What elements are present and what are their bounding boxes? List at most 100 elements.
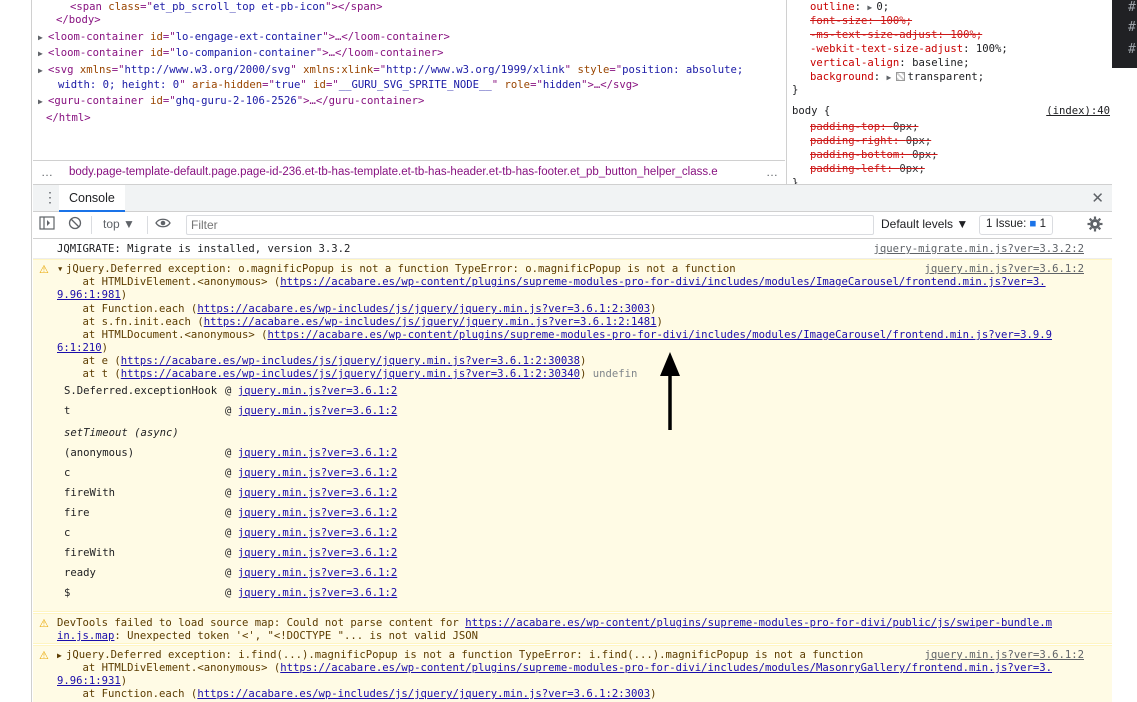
stack-link[interactable]: https://acabare.es/wp-content/plugins/su… [267, 329, 1052, 341]
dom-node-line[interactable]: </body> [56, 13, 101, 28]
stack-link[interactable]: 6:1:210 [57, 342, 102, 354]
overridden-declaration: padding-left: 0px; [810, 163, 925, 175]
expand-triangle-icon[interactable]: ▶ [57, 649, 62, 662]
stack-source-link[interactable]: jquery.min.js?ver=3.6.1:2 [238, 547, 397, 559]
dom-node-line[interactable]: <span class="et_pb_scroll_top et-pb-icon… [70, 0, 383, 15]
rule-source-link[interactable]: (index):40 [1046, 104, 1110, 118]
colon: : [854, 1, 868, 13]
expand-triangle-icon[interactable]: ▾ [57, 263, 63, 276]
dom-token: __GURU_SVG_SPRITE_NODE__ [338, 79, 492, 91]
stack-link[interactable]: https://acabare.es/wp-includes/js/jquery… [204, 316, 657, 328]
style-line[interactable]: } [792, 83, 798, 97]
style-line[interactable]: background: ▶ transparent; [810, 70, 984, 85]
stack-prefix: at HTMLDivElement.<anonymous> ( [57, 276, 281, 288]
stack-source-link[interactable]: jquery.min.js?ver=3.6.1:2 [238, 527, 397, 539]
style-line[interactable]: -ms-text-size-adjust: 100%; [810, 28, 982, 42]
stack-source-link[interactable]: jquery.min.js?ver=3.6.1:2 [238, 467, 397, 479]
stack-line: 9.96:1:981) [57, 289, 127, 302]
breadcrumb-selected-node[interactable]: body.page-template-default.page.page-id-… [69, 166, 759, 178]
stack-source-link[interactable]: jquery.min.js?ver=3.6.1:2 [238, 447, 397, 459]
dom-node-line[interactable]: </html> [46, 111, 91, 126]
breadcrumb-right-dots[interactable]: … [766, 165, 778, 179]
dom-node-line[interactable]: ▶ <svg xmlns="http://www.w3.org/2000/svg"… [38, 63, 743, 78]
expand-triangle-icon[interactable]: ▶ [38, 94, 48, 109]
stack-link[interactable]: https://acabare.es/wp-content/plugins/su… [280, 662, 1052, 674]
stack-prefix: at e ( [57, 355, 121, 367]
stack-location: @ jquery.min.js?ver=3.6.1:2 [225, 467, 397, 479]
stack-source-link[interactable]: jquery.min.js?ver=3.6.1:2 [238, 507, 397, 519]
stack-prefix: at t ( [57, 368, 121, 380]
style-line[interactable]: padding-bottom: 0px; [810, 148, 938, 162]
console-messages[interactable]: JQMIGRATE: Migrate is installed, version… [33, 239, 1112, 702]
stack-line: 9.96:1:931) [57, 675, 127, 688]
dom-token: " [300, 79, 314, 91]
stack-link[interactable]: https://acabare.es/wp-includes/js/jquery… [121, 368, 580, 380]
dom-token: ">…</loom-container> [315, 47, 444, 59]
stack-link[interactable]: https://acabare.es/wp-includes/js/jquery… [197, 688, 650, 700]
stack-link[interactable]: 9.96:1:981 [57, 289, 121, 301]
stack-source-link[interactable]: jquery.min.js?ver=3.6.1:2 [238, 567, 397, 579]
warning-icon: ⚠ [39, 617, 49, 630]
dom-token: http://www.w3.org/1999/xlink [386, 64, 565, 76]
style-line[interactable]: vertical-align: baseline; [810, 56, 969, 70]
sourcemap-link[interactable]: in.js.map [57, 630, 114, 642]
style-line[interactable]: } [792, 176, 798, 184]
colon: : [886, 163, 900, 175]
stack-link[interactable]: https://acabare.es/wp-content/plugins/su… [280, 276, 1045, 288]
stack-link[interactable]: https://acabare.es/wp-includes/js/jquery… [121, 355, 580, 367]
expand-triangle-icon[interactable]: ▶ [38, 30, 48, 45]
dom-node-line[interactable]: ▶ <loom-container id="lo-engage-ext-conta… [38, 30, 450, 45]
expand-triangle-icon[interactable]: ▶ [38, 63, 48, 78]
eye-icon[interactable] [155, 217, 171, 232]
log-levels-dropdown[interactable]: Default levels ▼ [881, 217, 968, 231]
clear-console-icon[interactable] [68, 216, 82, 233]
style-line[interactable]: padding-top: 0px; [810, 120, 918, 134]
dom-node-line[interactable]: width: 0; height: 0" aria-hidden="true" … [58, 78, 639, 93]
tab-console[interactable]: Console [59, 185, 125, 212]
message-source-link[interactable]: jquery.min.js?ver=3.6.1:2 [925, 263, 1084, 275]
style-line[interactable]: padding-left: 0px; [810, 162, 925, 176]
css-property-value: baseline; [912, 57, 970, 69]
filter-input[interactable] [186, 215, 874, 235]
elements-tree[interactable]: <span class="et_pb_scroll_top et-pb-icon… [33, 0, 785, 160]
stack-source-link[interactable]: jquery.min.js?ver=3.6.1:2 [238, 487, 397, 499]
dom-token: xmlns [79, 64, 112, 76]
warning-headline[interactable]: jQuery.Deferred exception: i.find(...).m… [66, 649, 863, 662]
context-selector[interactable]: top ▼ [103, 217, 135, 231]
style-line[interactable]: -webkit-text-size-adjust: 100%; [810, 42, 1008, 56]
overridden-declaration: padding-top: 0px; [810, 121, 918, 133]
css-property-value: 0px; [905, 135, 932, 147]
more-menu-icon[interactable]: ⋮ [43, 190, 57, 206]
sourcemap-link[interactable]: https://acabare.es/wp-content/plugins/su… [465, 617, 1052, 629]
issues-button[interactable]: 1 Issue: ■ 1 [979, 215, 1054, 235]
css-property-value: transparent; [907, 71, 985, 83]
expand-triangle-icon[interactable]: ▶ [38, 46, 48, 61]
stack-prefix: at Function.each ( [57, 688, 198, 700]
dom-token: role [504, 79, 531, 91]
dom-node-line[interactable]: ▶ <guru-container id="ghq-guru-2-106-2526… [38, 94, 424, 109]
warning-headline[interactable]: jQuery.Deferred exception: o.magnificPop… [66, 263, 736, 276]
dom-token: <guru-container [48, 95, 151, 107]
stack-link[interactable]: 9.96:1:931 [57, 675, 121, 687]
dom-token: ">…</guru-container> [296, 95, 425, 107]
stack-function-name: fire [64, 507, 90, 519]
dom-node-line[interactable]: ▶ <loom-container id="lo-companion-contai… [38, 46, 443, 61]
style-line[interactable]: font-size: 100%; [810, 14, 912, 28]
stack-source-link[interactable]: jquery.min.js?ver=3.6.1:2 [238, 385, 397, 397]
stack-source-link[interactable]: jquery.min.js?ver=3.6.1:2 [238, 405, 397, 417]
css-property-value: 0px; [912, 149, 938, 161]
message-source-link[interactable]: jquery.min.js?ver=3.6.1:2 [925, 649, 1084, 661]
colon: : [873, 71, 887, 83]
stack-link[interactable]: https://acabare.es/wp-includes/js/jquery… [197, 303, 650, 315]
stack-line: 6:1:210) [57, 342, 108, 355]
style-line[interactable]: body {(index):40 [792, 104, 1110, 118]
sidebar-toggle-icon[interactable] [39, 216, 55, 233]
style-line[interactable]: outline: ▶ 0; [810, 0, 889, 15]
message-source-link[interactable]: jquery-migrate.min.js?ver=3.3.2:2 [874, 243, 1084, 255]
settings-gear-icon[interactable] [1087, 216, 1103, 235]
breadcrumb-left-dots[interactable]: … [41, 165, 53, 179]
stack-source-link[interactable]: jquery.min.js?ver=3.6.1:2 [238, 587, 397, 599]
close-drawer-icon[interactable]: ✕ [1091, 189, 1104, 207]
stack-function-name: S.Deferred.exceptionHook [64, 385, 218, 397]
style-line[interactable]: padding-right: 0px; [810, 134, 931, 148]
